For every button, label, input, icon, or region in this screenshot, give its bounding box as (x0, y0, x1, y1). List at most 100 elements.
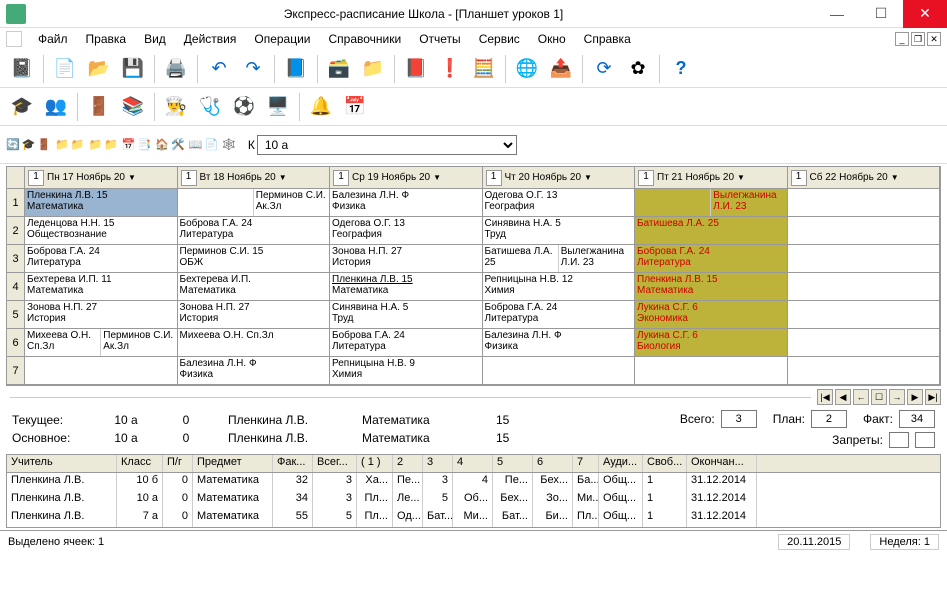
next-folder-icon[interactable]: 📁 (71, 138, 85, 151)
edit-icon[interactable]: 📘 (280, 53, 312, 85)
teacher-col-header[interactable]: Окончан... (687, 455, 757, 472)
flower-icon[interactable]: ✿ (622, 53, 654, 85)
schedule-cell[interactable]: Пленкина Л.В. 15Математика (330, 273, 483, 300)
alert-icon[interactable]: ❗ (434, 53, 466, 85)
menu-view[interactable]: Вид (136, 30, 174, 48)
schedule-cell[interactable]: Боброва Г.А. 24Литература (25, 245, 178, 272)
day-num[interactable]: 1 (181, 170, 197, 186)
schedule-cell[interactable]: Бехтерева И.П.Математика (178, 273, 331, 300)
schedule-cell[interactable] (635, 357, 788, 384)
undo-icon[interactable]: ↶ (203, 53, 235, 85)
schedule-cell[interactable]: Боброва Г.А. 24Литература (483, 301, 636, 328)
print-icon[interactable]: 🖨️ (160, 53, 192, 85)
del-folder-icon[interactable]: 📁 (55, 138, 69, 151)
people-icon[interactable]: 👥 (40, 91, 72, 123)
teacher-col-header[interactable]: П/г (163, 455, 193, 472)
new-icon[interactable]: 📄 (49, 53, 81, 85)
scroll-first[interactable]: |◀ (817, 389, 833, 405)
scroll-left[interactable]: ← (853, 389, 869, 405)
schedule-cell[interactable]: Перминов С.И. 15ОБЖ (178, 245, 331, 272)
schedule-cell[interactable]: Синявина Н.А. 5Труд (330, 301, 483, 328)
cycle-icon[interactable]: 🔄 (6, 138, 20, 151)
teacher-col-header[interactable]: Ауди... (599, 455, 643, 472)
menu-service[interactable]: Сервис (471, 30, 528, 48)
openbook-icon[interactable]: 📖 (189, 138, 203, 151)
day-header[interactable]: 1Чт 20 Ноябрь 20▼ (483, 167, 636, 188)
redo-icon[interactable]: ↷ (237, 53, 269, 85)
scroll-last[interactable]: ▶| (925, 389, 941, 405)
teacher-col-header[interactable]: 5 (493, 455, 533, 472)
teacher-row[interactable]: Пленкина Л.В.10 а0Математика343Пл...Ле..… (7, 491, 940, 509)
dropdown-icon[interactable]: ▼ (279, 173, 287, 182)
scroll-next[interactable]: → (889, 389, 905, 405)
copy-icon[interactable]: 📑 (138, 138, 152, 151)
refresh-icon[interactable]: ⟳ (588, 53, 620, 85)
teacher-col-header[interactable]: ( 1 ) (357, 455, 393, 472)
schedule-cell[interactable]: Одегова О.Г. 13География (483, 189, 636, 216)
teacher-col-header[interactable]: 4 (453, 455, 493, 472)
schedule-cell[interactable]: Репницына Н.В. 9Химия (330, 357, 483, 384)
menu-help[interactable]: Справка (576, 30, 639, 48)
mdi-minimize[interactable]: _ (895, 32, 909, 46)
schedule-cell[interactable]: Батишева Л.А. 25Вылегжанина Л.И. 23 (483, 245, 636, 272)
door-icon[interactable]: 🚪 (83, 91, 115, 123)
teacher-col-header[interactable]: Своб... (643, 455, 687, 472)
menu-operations[interactable]: Операции (246, 30, 318, 48)
tools-icon[interactable]: 🛠️ (171, 138, 185, 151)
teacher-row[interactable]: Пленкина Л.В.10 б0Математика323Ха...Пе..… (7, 473, 940, 491)
scroll-fwd[interactable]: ▶ (907, 389, 923, 405)
schedule-cell[interactable] (788, 189, 941, 216)
schedule-cell[interactable]: Одегова О.Г. 13География (330, 217, 483, 244)
dropdown-icon[interactable]: ▼ (737, 173, 745, 182)
teacher-col-header[interactable]: Класс (117, 455, 163, 472)
graduate-icon[interactable]: 🎓 (6, 91, 38, 123)
schedule-cell[interactable]: Синявина Н.А. 5Труд (483, 217, 636, 244)
mdi-restore[interactable]: ❐ (911, 32, 925, 46)
menu-icon[interactable] (6, 31, 22, 47)
schedule-cell[interactable]: Лукина С.Г. 6Экономика (635, 301, 788, 328)
day-num[interactable]: 1 (333, 170, 349, 186)
teacher-col-header[interactable]: 6 (533, 455, 573, 472)
books-icon[interactable]: 📚 (117, 91, 149, 123)
folders-icon[interactable]: 📁 (357, 53, 389, 85)
save-icon[interactable]: 💾 (117, 53, 149, 85)
teacher-col-header[interactable]: 2 (393, 455, 423, 472)
open-icon[interactable]: 📂 (83, 53, 115, 85)
home-icon[interactable]: 🏠 (155, 138, 169, 151)
day-header[interactable]: 1Сб 22 Ноябрь 20▼ (788, 167, 941, 188)
schedule-cell[interactable]: Репницына Н.В. 12Химия (483, 273, 636, 300)
bell-icon[interactable]: 🔔 (305, 91, 337, 123)
schedule-cell[interactable]: Зонова Н.П. 27История (25, 301, 178, 328)
day-header[interactable]: 1Пт 21 Ноябрь 20▼ (635, 167, 788, 188)
pc-icon[interactable]: 🖥️ (262, 91, 294, 123)
schedule-cell[interactable]: Вылегжанина Л.И. 23 (635, 189, 788, 216)
teacher-col-header[interactable]: Учитель (7, 455, 117, 472)
menu-edit[interactable]: Правка (78, 30, 135, 48)
teacher-col-header[interactable]: 3 (423, 455, 453, 472)
teacher-col-header[interactable]: Фак... (273, 455, 313, 472)
schedule-cell[interactable] (788, 245, 941, 272)
day-num[interactable]: 1 (486, 170, 502, 186)
scroll-prev[interactable]: ◀ (835, 389, 851, 405)
class-select[interactable]: 10 а (257, 135, 517, 155)
teacher-row[interactable]: Пленкина Л.В.7 а0Математика555Пл...Од...… (7, 509, 940, 527)
schedule-cell[interactable]: Бехтерева И.П. 11Математика (25, 273, 178, 300)
close-button[interactable]: ✕ (903, 0, 947, 28)
scroll-right[interactable]: ☐ (871, 389, 887, 405)
folder-up-icon[interactable]: 📁 (89, 138, 103, 151)
network-icon[interactable]: 🕸️ (222, 138, 236, 151)
menu-window[interactable]: Окно (530, 30, 574, 48)
schedule-cell[interactable]: Михеева О.Н. Сп.Зл (178, 329, 331, 356)
schedule-cell[interactable]: Балезина Л.Н. ФФизика (483, 329, 636, 356)
day-header[interactable]: 1Вт 18 Ноябрь 20▼ (178, 167, 331, 188)
schedule-cell[interactable] (788, 357, 941, 384)
nurse-icon[interactable]: 🩺 (194, 91, 226, 123)
schedule-cell[interactable] (25, 357, 178, 384)
maximize-button[interactable]: ☐ (859, 0, 903, 28)
schedule-cell[interactable]: Балезина Л.Н. ФФизика (330, 189, 483, 216)
dropdown-icon[interactable]: ▼ (584, 173, 592, 182)
folder-swap-icon[interactable]: 📁 (104, 138, 118, 151)
globe-icon[interactable]: 🌐 (511, 53, 543, 85)
schedule-cell[interactable]: Леденцова Н.Н. 15Обществознание (25, 217, 178, 244)
abacus-icon[interactable]: 🧮 (468, 53, 500, 85)
